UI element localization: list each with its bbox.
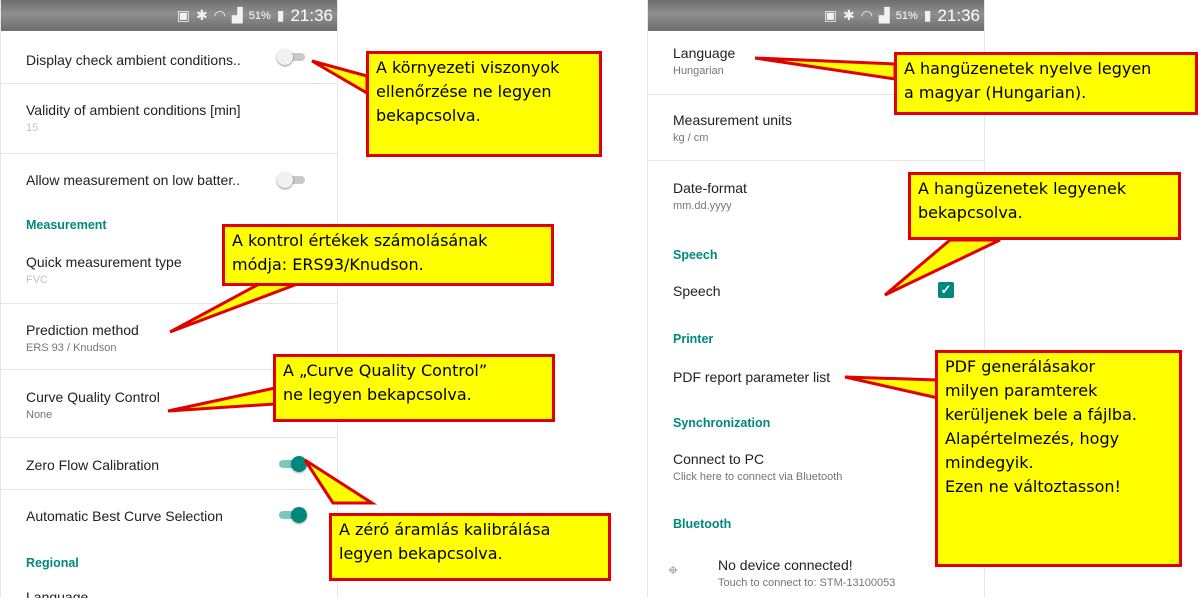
clock: 21:36 (937, 5, 980, 25)
sync-section: Synchronization (648, 416, 984, 436)
regional-header: Regional (26, 556, 79, 570)
callout-text-line: PDF generálásakor (945, 357, 1096, 376)
wifi-icon: ◠ (213, 7, 226, 23)
callout-text-line: kerüljenek bele a fájlba. (945, 405, 1137, 424)
callout-text-line: bekapcsolva. (376, 106, 481, 125)
callout-curve-quality: A „Curve Quality Control” ne legyen beka… (273, 354, 555, 422)
battery-icon: ▮ (923, 7, 932, 23)
battery-icon: ▮ (276, 7, 285, 23)
zero-flow-toggle[interactable] (277, 455, 307, 472)
callout-zero-flow: A zéró áramlás kalibrálása legyen bekapc… (329, 513, 611, 581)
bluetooth-device-icon: ⌖ (668, 560, 679, 580)
printer-header: Printer (673, 332, 714, 346)
bluetooth-icon: ✱ (842, 7, 855, 23)
callout-text-line: legyen bekapcsolva. (339, 544, 503, 563)
printer-section: Printer (648, 332, 984, 352)
wifi-icon: ◠ (860, 7, 873, 23)
validity-row[interactable]: Validity of ambient conditions [min] 15 (1, 84, 337, 154)
callout-ambient-conditions: A környezeti viszonyok ellenőrzése ne le… (366, 51, 602, 157)
callout-text-line: Alapértelmezés, hogy (945, 429, 1120, 448)
callout-text-line: Ezen ne változtasson! (945, 477, 1121, 496)
connect-pc-row[interactable]: Connect to PC Click here to connect via … (648, 444, 984, 492)
callout-text-line: milyen paramterek (945, 381, 1098, 400)
signal-icon: ▟ (231, 7, 243, 23)
validity-value: 15 (26, 122, 39, 134)
prediction-value: ERS 93 / Knudson (26, 342, 117, 354)
callout-language: A hangüzenetek nyelve legyen a magyar (H… (894, 52, 1198, 115)
callout-text-line: ellenőrzése ne legyen (376, 82, 552, 101)
pdf-list-row[interactable]: PDF report parameter list (648, 358, 984, 398)
low-battery-toggle[interactable] (277, 172, 307, 188)
device-value: Touch to connect to: STM-13100053 (718, 577, 896, 589)
callout-text-line: A hangüzenetek nyelve legyen (904, 59, 1152, 78)
callout-text-line: módja: ERS93/Knudson. (232, 255, 424, 274)
low-battery-row[interactable]: Allow measurement on low batter.. (1, 154, 337, 206)
display-check-toggle[interactable] (277, 49, 307, 65)
device-row[interactable]: ⌖ No device connected! Touch to connect … (648, 548, 984, 592)
callout-text-line: A zéró áramlás kalibrálása (339, 520, 551, 539)
nfc-icon: ▣ (176, 7, 190, 23)
validity-label: Validity of ambient conditions [min] (26, 102, 241, 118)
auto-best-row[interactable]: Automatic Best Curve Selection (1, 490, 337, 540)
signal-icon: ▟ (878, 7, 890, 23)
callout-text-line: a magyar (Hungarian). (904, 83, 1087, 102)
callout-text-line: A környezeti viszonyok (376, 58, 560, 77)
callout-text-line: A kontrol értékek számolásának (232, 231, 488, 250)
battery-percent: 51% (895, 9, 918, 22)
auto-best-toggle[interactable] (277, 507, 307, 523)
speech-section: Speech (648, 248, 984, 268)
language-label-partial: Language (26, 589, 89, 598)
status-bar: ▣ ✱ ◠ ▟ 51% ▮ 21:36 (1, 0, 337, 31)
speech-header: Speech (673, 248, 718, 262)
language-row-partial[interactable]: Language (1, 588, 337, 598)
callout-text-line: mindegyik. (945, 453, 1034, 472)
callout-speech: A hangüzenetek legyenek bekapcsolva. (908, 172, 1181, 240)
units-value: kg / cm (673, 132, 709, 144)
zero-flow-row[interactable]: Zero Flow Calibration (1, 438, 337, 490)
clock: 21:36 (290, 5, 333, 25)
callout-text-line: bekapcsolva. (918, 203, 1023, 222)
speech-checkbox[interactable]: ✓ (938, 282, 954, 298)
prediction-label: Prediction method (26, 322, 139, 338)
regional-section: Regional (1, 556, 337, 576)
battery-percent: 51% (248, 9, 271, 22)
callout-text-line: ne legyen bekapcsolva. (283, 385, 472, 404)
callout-text-line: A hangüzenetek legyenek (918, 179, 1127, 198)
callout-pdf-report: PDF generálásakor milyen paramterek kerü… (935, 350, 1182, 567)
callout-text-line: A „Curve Quality Control” (283, 361, 488, 380)
status-bar: ▣ ✱ ◠ ▟ 51% ▮ 21:36 (648, 0, 984, 31)
callout-prediction-method: A kontrol értékek számolásának módja: ER… (222, 224, 554, 286)
left-settings-screen: ▣ ✱ ◠ ▟ 51% ▮ 21:36 Display check ambien… (0, 0, 338, 598)
speech-row[interactable]: Speech ✓ (648, 270, 984, 310)
display-check-row[interactable]: Display check ambient conditions.. (1, 31, 337, 84)
nfc-icon: ▣ (823, 7, 837, 23)
bluetooth-icon: ✱ (195, 7, 208, 23)
bluetooth-section: Bluetooth (648, 517, 984, 537)
